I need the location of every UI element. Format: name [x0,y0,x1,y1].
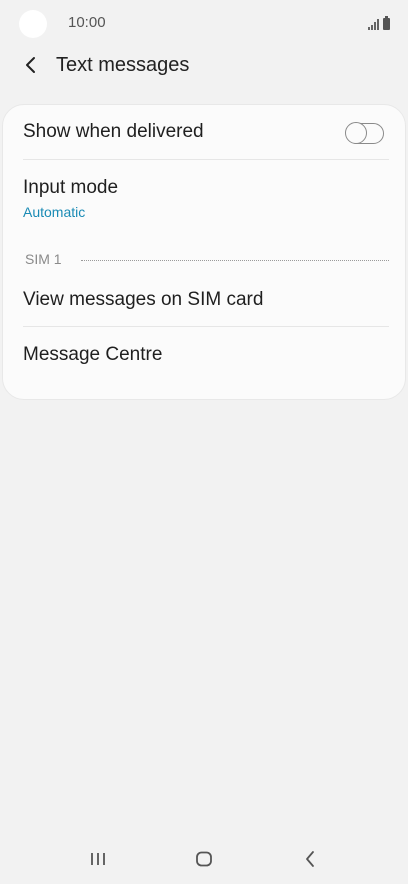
status-icons [368,14,390,30]
page-title: Text messages [56,54,190,76]
input-mode-label: Input mode [23,177,119,198]
input-mode-value: Automatic [23,204,86,220]
toggle-knob [345,122,367,144]
message-centre-label: Message Centre [23,344,163,365]
show-when-delivered-row[interactable]: Show when delivered [23,121,388,149]
show-when-delivered-label: Show when delivered [23,121,204,142]
back-icon [306,851,314,867]
message-centre-row[interactable]: Message Centre [23,344,388,372]
section-header-sim: SIM 1 [25,251,389,267]
section-divider [81,260,389,261]
screen: 10:00 Text messages Show when delivered [0,0,408,884]
show-when-delivered-toggle[interactable] [345,122,384,144]
recent-apps-button[interactable] [78,846,118,872]
camera-cutout [19,10,47,38]
navigation-bar [0,834,408,884]
signal-icon [368,18,379,30]
home-icon [196,851,212,867]
app-bar: Text messages [0,46,408,86]
view-messages-sim-label: View messages on SIM card [23,289,264,310]
status-time: 10:00 [68,14,106,31]
back-button[interactable] [14,48,48,82]
divider [23,159,389,160]
divider [23,326,389,327]
home-button[interactable] [184,846,224,872]
view-messages-sim-row[interactable]: View messages on SIM card [23,289,388,317]
chevron-left-icon [26,57,35,73]
recent-apps-icon [91,853,105,865]
input-mode-row[interactable]: Input mode Automatic [23,177,388,225]
settings-card: Show when delivered Input mode Automatic… [2,104,406,400]
nav-back-button[interactable] [290,846,330,872]
status-bar: 10:00 [0,0,408,46]
battery-icon [383,16,390,30]
section-label-sim: SIM 1 [25,251,62,267]
